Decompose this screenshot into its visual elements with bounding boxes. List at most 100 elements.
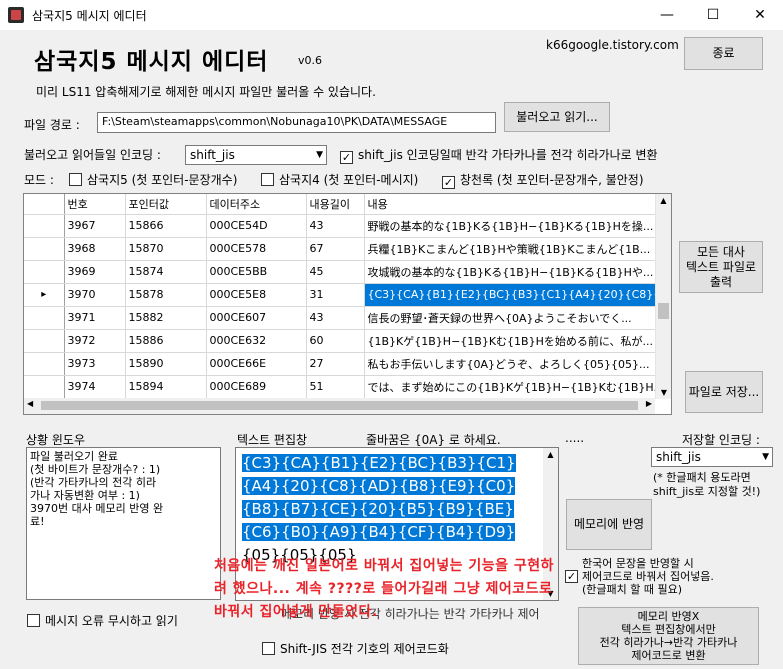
scroll-left-icon[interactable]: ◀ (27, 399, 33, 408)
table-row[interactable]: 3968 15870 000CE578 67 兵糧{1B}Kこまんど{1B}Hや策戦{1… (24, 237, 657, 261)
kana-option[interactable]: ✓ shift_jis 인코딩일때 반각 가타카나를 전각 히라가나로 변환 (340, 146, 658, 164)
maximize-icon[interactable]: ☐ (690, 0, 736, 30)
mode-option-sangokushi4[interactable]: 삼국지4 (첫 포인터-메시지) (261, 171, 418, 188)
korean-option[interactable]: ✓ 한국어 문장을 반영할 시 제어코드로 바꿔서 집어넣음. (한글패치 할 … (565, 557, 780, 596)
row-header[interactable] (24, 306, 65, 330)
cell-content-length[interactable]: 67 (306, 237, 365, 261)
cell-row-number[interactable]: 3971 (64, 306, 126, 330)
table-row[interactable]: 3971 15882 000CE607 43 信長の野望･蒼天録の世界へ{0A}ようこそ… (24, 306, 657, 330)
cell-content[interactable]: 信長の野望･蒼天録の世界へ{0A}ようこそおいでく... (364, 306, 657, 330)
save-encoding-select[interactable]: shift_jis ▼ (651, 447, 773, 467)
cell-data-address[interactable]: 000CE5BB (206, 260, 307, 284)
table-row[interactable]: 3974 15894 000CE689 51 では、まず始めにこの{1B}Kゲ{1B}H… (24, 375, 657, 399)
export-all-button[interactable]: 모든 대사 텍스트 파일로 출력 (679, 241, 763, 293)
column-header[interactable]: 내용 (364, 194, 657, 215)
cell-pointer-value[interactable]: 15894 (125, 375, 207, 399)
cell-row-number[interactable]: 3970 (64, 283, 126, 307)
hscroll-thumb[interactable] (41, 401, 638, 410)
row-header[interactable] (24, 375, 65, 399)
table-row[interactable]: 3973 15890 000CE66E 27 私もお手伝いします{0A}どうぞ、よろしく… (24, 352, 657, 376)
cell-pointer-value[interactable]: 15874 (125, 260, 207, 284)
cell-pointer-value[interactable]: 15870 (125, 237, 207, 261)
table-row[interactable]: 3969 15874 000CE5BB 45 攻城戦の基本的な{1B}Kる{1B}H−{… (24, 260, 657, 284)
cell-data-address[interactable]: 000CE607 (206, 306, 307, 330)
minimize-icon[interactable]: — (644, 0, 690, 30)
status-window: 파일 불러오기 완료 (첫 바이트가 문장개수? : 1) (반각 가타카나의 … (26, 447, 221, 600)
cell-content[interactable]: {1B}Kゲ{1B}H−{1B}Kむ{1B}Hを始める前に、私が... (364, 329, 657, 353)
cell-content-length[interactable]: 31 (306, 283, 365, 307)
cell-data-address[interactable]: 000CE578 (206, 237, 307, 261)
sjis-codes-option[interactable]: Shift-JIS 전각 기호의 제어코드화 (262, 640, 449, 657)
ignore-errors-option[interactable]: 메시지 오류 무시하고 읽기 (27, 612, 178, 629)
checkbox-icon[interactable] (262, 642, 275, 655)
row-header[interactable] (24, 352, 65, 376)
editor-content[interactable]: {C3}{CA}{B1}{E2}{BC}{B3}{C1}{A4}{20}{C8}… (242, 452, 522, 567)
cell-content-length[interactable]: 45 (306, 260, 365, 284)
table-row[interactable]: 3967 15866 000CE54D 43 野戦の基本的な{1B}Kる{1B}H−{1… (24, 214, 657, 238)
cell-content-length[interactable]: 51 (306, 375, 365, 399)
memory-apply-button[interactable]: 메모리에 반영 (566, 499, 652, 550)
exit-button[interactable]: 종료 (684, 37, 763, 70)
cell-row-number[interactable]: 3969 (64, 260, 126, 284)
column-header[interactable]: 포인터값 (125, 194, 207, 215)
cell-row-number[interactable]: 3972 (64, 329, 126, 353)
scroll-thumb[interactable] (658, 303, 669, 319)
memory-convert-button[interactable]: 메모리 반영X 텍스트 편집창에서만 전각 히라가나→반각 가타카나 제어코드로… (578, 607, 759, 665)
column-header[interactable]: 번호 (64, 194, 126, 215)
cell-row-number[interactable]: 3973 (64, 352, 126, 376)
file-path-field[interactable]: F:\Steam\steamapps\common\Nobunaga10\PK\… (97, 112, 496, 133)
checkbox-icon[interactable] (27, 614, 40, 627)
cell-content-length[interactable]: 43 (306, 214, 365, 238)
cell-data-address[interactable]: 000CE632 (206, 329, 307, 353)
cell-row-number[interactable]: 3967 (64, 214, 126, 238)
load-button[interactable]: 불러오고 읽기... (504, 102, 610, 132)
cell-row-number[interactable]: 3968 (64, 237, 126, 261)
cell-content[interactable]: {C3}{CA}{B1}{E2}{BC}{B3}{C1}{A4}{20}{C8}… (364, 283, 657, 307)
horizontal-scrollbar[interactable]: ◀ ▶ (24, 398, 655, 414)
scroll-up-icon[interactable]: ▲ (656, 194, 671, 208)
column-header[interactable]: 내용길이 (306, 194, 365, 215)
cell-pointer-value[interactable]: 15866 (125, 214, 207, 238)
checkbox-icon[interactable] (261, 173, 274, 186)
cell-content[interactable]: 野戦の基本的な{1B}Kる{1B}H−{1B}Kる{1B}Hを操... (364, 214, 657, 238)
korean-option-label: 한국어 문장을 반영할 시 제어코드로 바꿔서 집어넣음. (한글패치 할 때 … (582, 557, 714, 596)
message-grid[interactable]: 번호 포인터값 데이터주소 내용길이 내용 3967 15866 000CE54D 4… (23, 193, 672, 415)
cell-pointer-value[interactable]: 15882 (125, 306, 207, 330)
vertical-scrollbar[interactable]: ▲ ▼ (655, 194, 671, 399)
mode-option-soutenroku[interactable]: ✓ 창천록 (첫 포인터-문장개수, 불안정) (442, 171, 644, 189)
cell-content-length[interactable]: 27 (306, 352, 365, 376)
close-icon[interactable]: ✕ (737, 0, 783, 30)
cell-data-address[interactable]: 000CE5E8 (206, 283, 307, 307)
cell-data-address[interactable]: 000CE689 (206, 375, 307, 399)
row-header[interactable] (24, 237, 65, 261)
row-header[interactable] (24, 260, 65, 284)
column-header[interactable]: 데이터주소 (206, 194, 307, 215)
cell-content[interactable]: 私もお手伝いします{0A}どうぞ、よろしく{05}{05}... (364, 352, 657, 376)
cell-content-length[interactable]: 60 (306, 329, 365, 353)
checkbox-icon[interactable] (69, 173, 82, 186)
cell-data-address[interactable]: 000CE66E (206, 352, 307, 376)
cell-content[interactable]: 兵糧{1B}Kこまんど{1B}Hや策戦{1B}Kこまんど{1B... (364, 237, 657, 261)
mode-option-sangokushi5[interactable]: 삼국지5 (첫 포인터-문장개수) (69, 171, 237, 188)
cell-content[interactable]: では、まず始めにこの{1B}Kゲ{1B}H−{1B}Kむ{1B}H... (364, 375, 657, 399)
cell-content-length[interactable]: 43 (306, 306, 365, 330)
table-row[interactable]: 3972 15886 000CE632 60 {1B}Kゲ{1B}H−{1B}Kむ{1B… (24, 329, 657, 353)
cell-pointer-value[interactable]: 15890 (125, 352, 207, 376)
save-file-button[interactable]: 파일로 저장... (685, 371, 763, 413)
row-header[interactable]: ▸ (24, 283, 65, 307)
row-header[interactable] (24, 214, 65, 238)
cell-pointer-value[interactable]: 15886 (125, 329, 207, 353)
cell-pointer-value[interactable]: 15878 (125, 283, 207, 307)
scroll-down-icon[interactable]: ▼ (656, 388, 671, 397)
cell-content[interactable]: 攻城戦の基本的な{1B}Kる{1B}H−{1B}Kる{1B}Hや... (364, 260, 657, 284)
cell-data-address[interactable]: 000CE54D (206, 214, 307, 238)
cell-row-number[interactable]: 3974 (64, 375, 126, 399)
checkbox-icon[interactable]: ✓ (565, 570, 578, 583)
row-header[interactable] (24, 329, 65, 353)
checkbox-icon[interactable]: ✓ (340, 151, 353, 164)
encoding-select[interactable]: shift_jis ▼ (185, 145, 327, 165)
checkbox-icon[interactable]: ✓ (442, 176, 455, 189)
table-row[interactable]: ▸ 3970 15878 000CE5E8 31 {C3}{CA}{B1}{E2}{BC}… (24, 283, 657, 307)
scroll-up-icon[interactable]: ▲ (543, 448, 558, 462)
scroll-right-icon[interactable]: ▶ (646, 399, 652, 408)
